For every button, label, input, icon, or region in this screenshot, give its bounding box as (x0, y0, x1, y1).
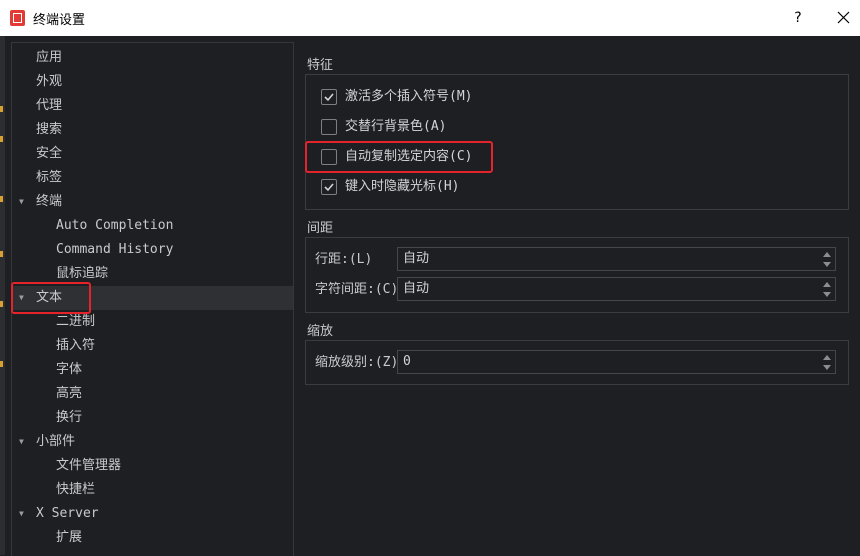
edge-mark (0, 136, 3, 142)
tree-item-security[interactable]: 安全 (12, 142, 293, 166)
tree-item-label: X Server (36, 506, 99, 521)
tree-item-x-server[interactable]: ▼ X Server (12, 502, 293, 526)
edge-mark (0, 301, 3, 307)
tree-item-command-history[interactable]: Command History (12, 238, 293, 262)
spinner-value: 自动 (403, 281, 430, 296)
tree-item-app[interactable]: 应用 (12, 46, 293, 70)
tree-item-wrap[interactable]: 换行 (12, 406, 293, 430)
tree-item-label: 换行 (56, 410, 83, 425)
tree-item-label: 高亮 (56, 386, 83, 401)
edge-mark (0, 106, 3, 112)
tree-item-caret[interactable]: 插入符 (12, 334, 293, 358)
tree-item-label: 字体 (56, 362, 83, 377)
checkbox[interactable] (321, 89, 337, 105)
spin-down-icon[interactable] (822, 260, 832, 268)
line-spacing-spinner[interactable]: 自动 (397, 247, 836, 271)
checkbox-label: 自动复制选定内容(C) (345, 149, 473, 164)
title-bar: 终端设置 ? (0, 0, 860, 36)
tree-item-label: 应用 (36, 50, 63, 65)
tree-item-extensions[interactable]: 扩展 (12, 526, 293, 550)
checkbox[interactable] (321, 119, 337, 135)
spin-up-icon[interactable] (822, 354, 832, 362)
char-spacing-label: 字符间距:(C) (315, 282, 399, 297)
tree-item-label: 标签 (36, 170, 63, 185)
spinner-value: 自动 (403, 251, 430, 266)
tree-item-quickbar[interactable]: 快捷栏 (12, 478, 293, 502)
checkbox-label: 交替行背景色(A) (345, 119, 447, 134)
checkbox[interactable] (321, 179, 337, 195)
line-spacing-label: 行距:(L) (315, 252, 373, 267)
window-title: 终端设置 (33, 13, 86, 28)
tree-item-text[interactable]: ▼ 文本 (12, 286, 293, 310)
checkbox-label: 激活多个插入符号(M) (345, 89, 473, 104)
zoom-group-title: 缩放 (307, 324, 334, 339)
checkmark-icon (324, 183, 334, 192)
zoom-level-spinner[interactable]: 0 (397, 350, 836, 374)
expand-arrow-icon[interactable]: ▼ (19, 502, 24, 526)
spacing-group-title: 间距 (307, 221, 334, 236)
checkbox-label: 键入时隐藏光标(H) (345, 179, 460, 194)
tree-item-tabs[interactable]: 标签 (12, 166, 293, 190)
tree-item-binary[interactable]: 二进制 (12, 310, 293, 334)
tree-item-auto-completion[interactable]: Auto Completion (12, 214, 293, 238)
spin-up-icon[interactable] (822, 251, 832, 259)
tree-item-proxy[interactable]: 代理 (12, 94, 293, 118)
tree-item-label: 插入符 (56, 338, 96, 353)
tree-item-label: 安全 (36, 146, 63, 161)
expand-arrow-icon[interactable]: ▼ (19, 286, 24, 310)
tree-item-label: 终端 (36, 194, 63, 209)
tree-item-highlight[interactable]: 高亮 (12, 382, 293, 406)
tree-item-file-manager[interactable]: 文件管理器 (12, 454, 293, 478)
edge-mark (0, 196, 3, 202)
spin-up-icon[interactable] (822, 281, 832, 289)
spin-down-icon[interactable] (822, 290, 832, 298)
tree-item-font[interactable]: 字体 (12, 358, 293, 382)
tree-item-search[interactable]: 搜索 (12, 118, 293, 142)
tree-item-label: 扩展 (56, 530, 83, 545)
tree-item-label: 代理 (36, 98, 63, 113)
edge-mark (0, 361, 3, 367)
tree-item-appearance[interactable]: 外观 (12, 70, 293, 94)
checkmark-icon (324, 93, 334, 102)
edge-strip (0, 36, 5, 555)
tree-item-label: 快捷栏 (56, 482, 96, 497)
spin-down-icon[interactable] (822, 363, 832, 371)
tree-item-widgets[interactable]: ▼ 小部件 (12, 430, 293, 454)
features-group-title: 特征 (307, 58, 334, 73)
expand-arrow-icon[interactable]: ▼ (19, 190, 24, 214)
tree-item-label: 小部件 (36, 434, 76, 449)
help-button[interactable]: ? (786, 7, 810, 29)
tree-item-label: 文件管理器 (56, 458, 122, 473)
tree-item-label: 文本 (36, 290, 63, 305)
app-icon (10, 10, 25, 26)
settings-tree: 应用 外观 代理 搜索 安全 标签 ▼ 终端 Auto Completion Co… (11, 42, 294, 556)
tree-item-label: 外观 (36, 74, 63, 89)
edge-mark (0, 251, 3, 257)
expand-arrow-icon[interactable]: ▼ (19, 430, 24, 454)
tree-item-label: 二进制 (56, 314, 96, 329)
tree-item-label: 搜索 (36, 122, 63, 137)
tree-item-terminal[interactable]: ▼ 终端 (12, 190, 293, 214)
char-spacing-spinner[interactable]: 自动 (397, 277, 836, 301)
tree-item-label: 鼠标追踪 (56, 266, 109, 281)
tree-item-mouse-tracking[interactable]: 鼠标追踪 (12, 262, 293, 286)
tree-item-label: Auto Completion (56, 218, 174, 233)
spinner-value: 0 (403, 354, 411, 369)
zoom-level-label: 缩放级别:(Z) (315, 355, 399, 370)
tree-item-label: Command History (56, 242, 174, 257)
checkbox[interactable] (321, 149, 337, 165)
close-icon[interactable] (830, 6, 856, 30)
